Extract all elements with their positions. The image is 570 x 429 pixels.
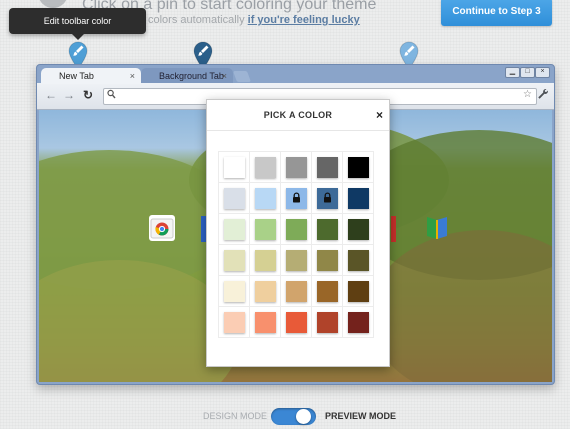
maximize-icon[interactable]: □: [520, 67, 535, 78]
lock-icon: [293, 192, 300, 203]
color-swatch[interactable]: [317, 281, 338, 302]
swatch-cell: [218, 213, 250, 245]
close-window-icon[interactable]: ×: [535, 67, 550, 78]
step-number-circle: [38, 0, 68, 8]
color-swatch[interactable]: [286, 188, 307, 209]
swatch-cell: [280, 182, 312, 214]
swatch-cell: [311, 151, 343, 183]
pin-tooltip: Edit toolbar color: [9, 8, 146, 40]
tab-label: New Tab: [59, 71, 94, 81]
swatch-cell: [342, 151, 374, 183]
color-swatch[interactable]: [317, 188, 338, 209]
color-swatch[interactable]: [286, 281, 307, 302]
swatch-cell: [342, 244, 374, 276]
app-icon-partial: [391, 216, 396, 242]
color-swatch[interactable]: [255, 157, 276, 178]
color-swatch[interactable]: [224, 281, 245, 302]
color-swatch[interactable]: [348, 312, 369, 333]
color-swatch[interactable]: [255, 219, 276, 240]
divider: [207, 130, 389, 131]
color-swatch[interactable]: [317, 250, 338, 271]
swatch-cell: [280, 244, 312, 276]
picker-title: PICK A COLOR: [263, 110, 333, 120]
color-swatch[interactable]: [286, 157, 307, 178]
swatch-cell: [342, 182, 374, 214]
search-icon: [107, 89, 116, 99]
color-swatch[interactable]: [348, 188, 369, 209]
close-icon[interactable]: ×: [376, 108, 383, 122]
swatch-cell: [280, 151, 312, 183]
swatch-cell: [218, 275, 250, 307]
lock-icon: [324, 192, 331, 203]
color-swatch[interactable]: [255, 312, 276, 333]
color-swatch[interactable]: [255, 281, 276, 302]
color-swatch[interactable]: [255, 250, 276, 271]
minimize-icon[interactable]: ▁: [505, 67, 520, 78]
swatch-cell: [280, 306, 312, 338]
reload-icon[interactable]: ↻: [83, 88, 93, 102]
swatch-cell: [311, 182, 343, 214]
swatch-cell: [249, 213, 281, 245]
color-swatch[interactable]: [348, 219, 369, 240]
forward-arrow-icon[interactable]: →: [63, 88, 75, 102]
color-swatch[interactable]: [317, 219, 338, 240]
color-swatch[interactable]: [224, 250, 245, 271]
preview-mode-label[interactable]: PREVIEW MODE: [325, 411, 396, 421]
swatch-cell: [342, 306, 374, 338]
color-swatch[interactable]: [224, 312, 245, 333]
color-swatch[interactable]: [348, 157, 369, 178]
color-swatch[interactable]: [224, 188, 245, 209]
color-picker-dialog: PICK A COLOR ×: [206, 99, 390, 367]
swatch-cell: [342, 213, 374, 245]
tab-label: Background Tab: [159, 71, 224, 81]
mode-toggle[interactable]: [271, 408, 316, 425]
swatch-cell: [249, 244, 281, 276]
swatch-cell: [249, 151, 281, 183]
new-tab-button[interactable]: [232, 71, 252, 82]
tab-strip: New Tab × Background Tab × ▁ □ ×: [37, 65, 554, 84]
instruction-subtitle: colors automatically if you're feeling l…: [148, 14, 360, 26]
back-arrow-icon[interactable]: ←: [45, 88, 57, 102]
swatch-cell: [218, 306, 250, 338]
color-swatch[interactable]: [286, 219, 307, 240]
swatch-cell: [311, 213, 343, 245]
swatch-cell: [249, 306, 281, 338]
color-swatch[interactable]: [348, 281, 369, 302]
bookmark-star-icon[interactable]: ☆: [523, 89, 532, 100]
instruction-sub-prefix: colors automatically: [148, 14, 248, 26]
web-store-app-icon: [149, 215, 175, 241]
swatch-cell: [280, 275, 312, 307]
swatch-cell: [280, 213, 312, 245]
color-swatch[interactable]: [317, 157, 338, 178]
tab-close-icon[interactable]: ×: [130, 68, 135, 84]
tab-background-tab[interactable]: Background Tab ×: [141, 68, 233, 84]
books-app-icon: [424, 214, 450, 240]
swatch-cell: [311, 275, 343, 307]
color-swatch[interactable]: [224, 219, 245, 240]
swatch-cell: [249, 275, 281, 307]
swatch-cell: [311, 244, 343, 276]
wrench-icon[interactable]: [537, 88, 549, 103]
continue-button[interactable]: Continue to Step 3: [441, 0, 552, 26]
swatch-cell: [249, 182, 281, 214]
color-swatch[interactable]: [348, 250, 369, 271]
color-swatch[interactable]: [224, 157, 245, 178]
toggle-knob[interactable]: [296, 409, 311, 424]
color-swatch[interactable]: [286, 312, 307, 333]
swatch-cell: [342, 275, 374, 307]
feeling-lucky-link[interactable]: if you're feeling lucky: [248, 14, 360, 26]
tab-new-tab[interactable]: New Tab ×: [41, 68, 141, 84]
design-mode-label[interactable]: DESIGN MODE: [203, 411, 267, 421]
color-swatch[interactable]: [286, 250, 307, 271]
swatch-cell: [218, 182, 250, 214]
color-swatch[interactable]: [317, 312, 338, 333]
tab-close-icon[interactable]: ×: [222, 68, 227, 84]
swatch-cell: [218, 151, 250, 183]
swatch-cell: [311, 306, 343, 338]
color-swatch[interactable]: [255, 188, 276, 209]
swatch-cell: [218, 244, 250, 276]
